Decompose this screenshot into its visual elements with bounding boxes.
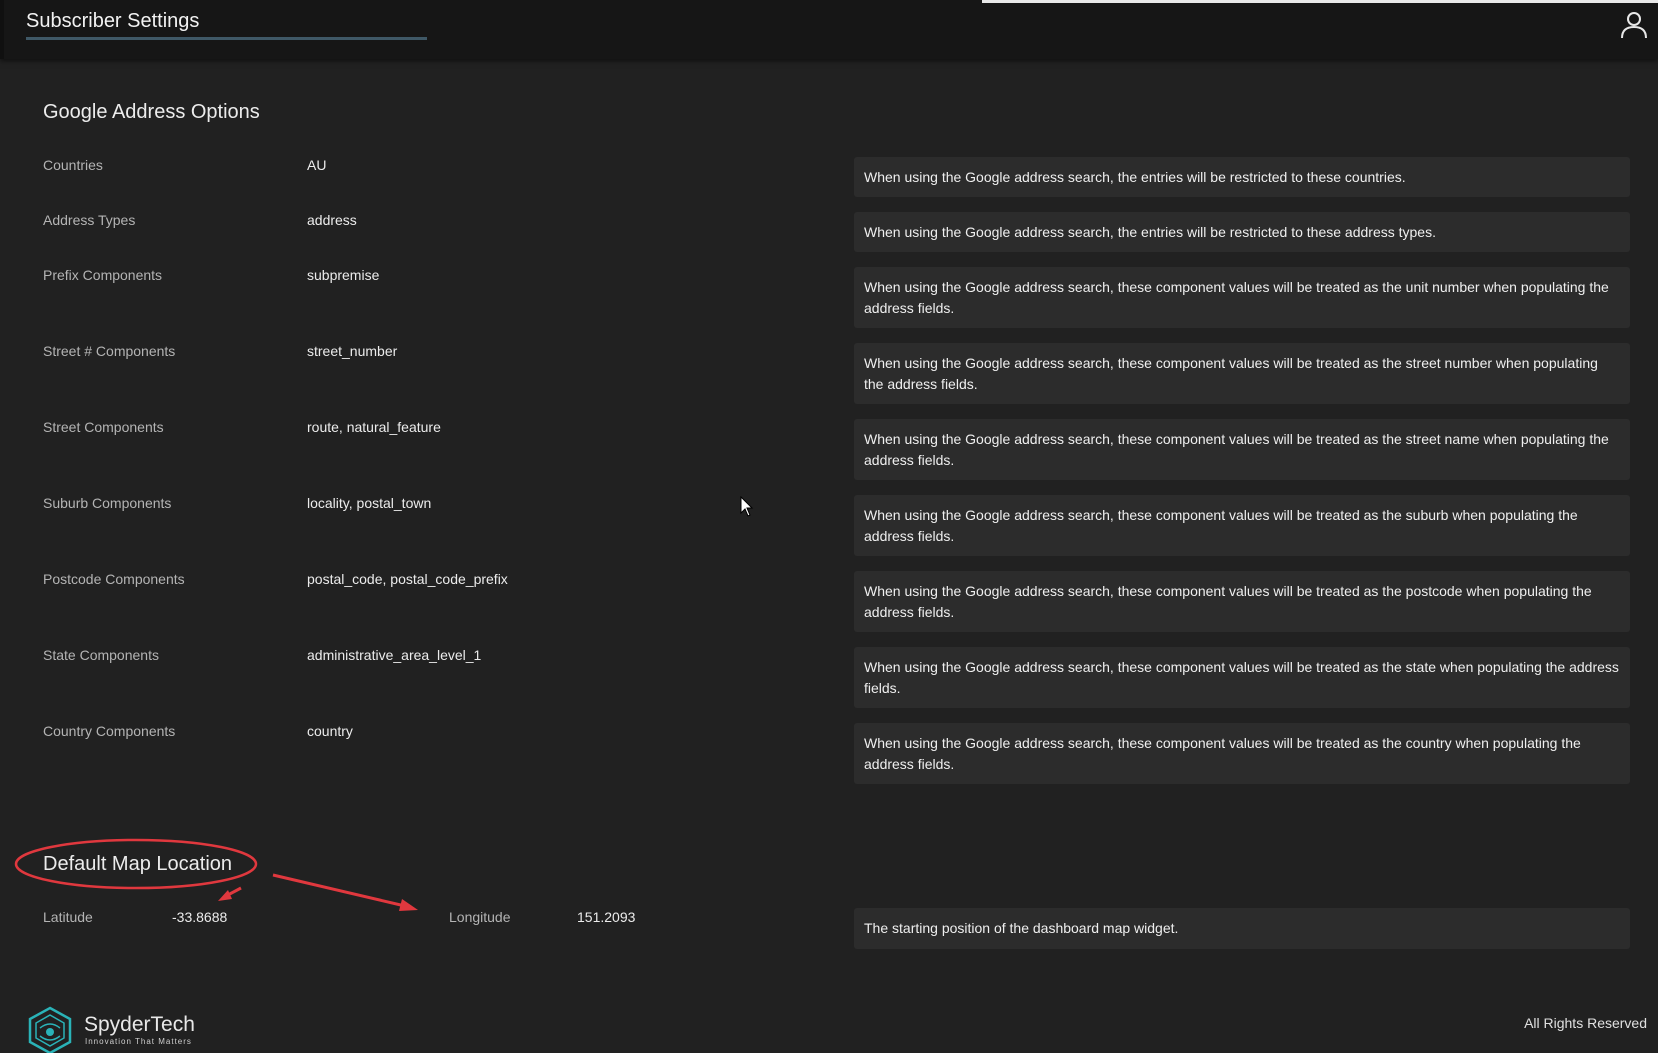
- street-number-components-help: When using the Google address search, th…: [854, 343, 1630, 404]
- annotation-arrow-latitude: [223, 886, 242, 899]
- postcode-components-value[interactable]: postal_code, postal_code_prefix: [307, 571, 508, 587]
- address-types-help: When using the Google address search, th…: [854, 212, 1630, 252]
- map-location-help: The starting position of the dashboard m…: [854, 908, 1630, 949]
- mouse-cursor-icon: [740, 496, 754, 517]
- latitude-label: Latitude: [43, 909, 93, 925]
- user-icon[interactable]: [1619, 10, 1649, 40]
- loading-strip: [982, 0, 1658, 3]
- prefix-components-label: Prefix Components: [43, 267, 163, 283]
- street-components-help: When using the Google address search, th…: [854, 419, 1630, 480]
- address-types-label: Address Types: [43, 212, 136, 228]
- spydertech-logo-icon: [28, 1006, 72, 1053]
- postcode-components-label: Postcode Components: [43, 571, 185, 587]
- countries-value[interactable]: AU: [307, 157, 326, 173]
- longitude-label: Longitude: [449, 909, 511, 925]
- annotation-arrowhead-latitude: [218, 890, 232, 901]
- countries-label: Countries: [43, 157, 103, 173]
- country-components-label: Country Components: [43, 723, 176, 739]
- top-bar-edge: [0, 0, 4, 59]
- google-address-options-title: Google Address Options: [43, 101, 260, 123]
- default-map-location-title: Default Map Location: [43, 853, 233, 875]
- page-title: Subscriber Settings: [26, 10, 200, 32]
- prefix-components-help: When using the Google address search, th…: [854, 267, 1630, 328]
- rights-text: All Rights Reserved: [1524, 1015, 1647, 1031]
- annotation-arrowhead-longitude: [399, 899, 418, 911]
- brand-tagline: Innovation That Matters: [85, 1037, 192, 1046]
- title-underline: [26, 37, 427, 40]
- prefix-components-value[interactable]: subpremise: [307, 267, 379, 283]
- longitude-value[interactable]: 151.2093: [577, 909, 635, 925]
- street-components-value[interactable]: route, natural_feature: [307, 419, 441, 435]
- suburb-components-help: When using the Google address search, th…: [854, 495, 1630, 556]
- address-types-value[interactable]: address: [307, 212, 357, 228]
- latitude-value[interactable]: -33.8688: [172, 909, 227, 925]
- suburb-components-value[interactable]: locality, postal_town: [307, 495, 431, 511]
- state-components-label: State Components: [43, 647, 159, 663]
- countries-help: When using the Google address search, th…: [854, 157, 1630, 197]
- postcode-components-help: When using the Google address search, th…: [854, 571, 1630, 632]
- country-components-value[interactable]: country: [307, 723, 353, 739]
- street-number-components-label: Street # Components: [43, 343, 176, 359]
- top-bar: [0, 0, 1658, 59]
- state-components-value[interactable]: administrative_area_level_1: [307, 647, 481, 663]
- annotation-arrow-longitude: [272, 873, 406, 908]
- suburb-components-label: Suburb Components: [43, 495, 172, 511]
- country-components-help: When using the Google address search, th…: [854, 723, 1630, 784]
- state-components-help: When using the Google address search, th…: [854, 647, 1630, 708]
- brand-name: SpyderTech: [84, 1013, 195, 1036]
- street-number-components-value[interactable]: street_number: [307, 343, 397, 359]
- street-components-label: Street Components: [43, 419, 164, 435]
